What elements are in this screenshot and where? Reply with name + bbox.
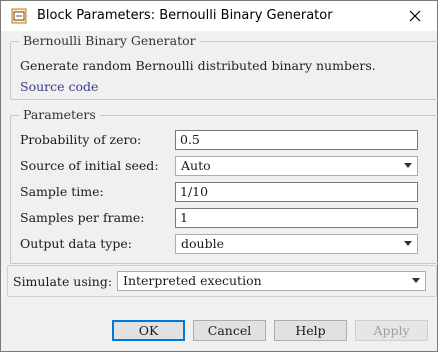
ok-button-label: OK [138, 323, 159, 338]
sample-time-label: Sample time: [20, 184, 104, 199]
samples-per-frame-input[interactable]: 1 [175, 208, 418, 228]
simulate-using-value: Interpreted execution [123, 273, 262, 288]
cancel-button[interactable]: Cancel [193, 320, 266, 341]
probability-zero-input[interactable]: 0.5 [175, 130, 418, 150]
help-button-label: Help [295, 323, 326, 338]
apply-button[interactable]: Apply [355, 320, 428, 341]
simulate-using-label: Simulate using: [13, 274, 113, 289]
block-name-legend: Bernoulli Binary Generator [19, 33, 200, 48]
block-parameters-dialog: Block Parameters: Bernoulli Binary Gener… [0, 0, 438, 352]
parameters-legend: Parameters [19, 107, 100, 122]
output-type-dropdown[interactable]: double [175, 234, 418, 254]
chevron-down-icon [412, 278, 420, 283]
initial-seed-dropdown[interactable]: Auto [175, 156, 418, 176]
block-description: Generate random Bernoulli distributed bi… [20, 58, 376, 73]
chevron-down-icon [404, 163, 412, 168]
output-type-label: Output data type: [20, 236, 132, 251]
close-icon [409, 10, 421, 22]
help-button[interactable]: Help [274, 320, 347, 341]
apply-button-label: Apply [373, 323, 410, 338]
output-type-value: double [181, 236, 224, 251]
cancel-button-label: Cancel [207, 323, 252, 338]
chevron-down-icon [404, 241, 412, 246]
simulate-using-dropdown[interactable]: Interpreted execution [117, 271, 426, 291]
window-title: Block Parameters: Bernoulli Binary Gener… [37, 8, 333, 23]
samples-per-frame-label: Samples per frame: [20, 210, 145, 225]
probability-zero-label: Probability of zero: [20, 132, 142, 147]
ok-button[interactable]: OK [112, 320, 185, 341]
close-button[interactable] [393, 1, 437, 31]
sample-time-input[interactable]: 1/10 [175, 182, 418, 202]
source-code-link[interactable]: Source code [20, 79, 98, 94]
initial-seed-label: Source of initial seed: [20, 158, 159, 173]
simulink-block-icon [11, 8, 27, 24]
initial-seed-value: Auto [181, 158, 211, 173]
title-bar: Block Parameters: Bernoulli Binary Gener… [1, 1, 437, 31]
